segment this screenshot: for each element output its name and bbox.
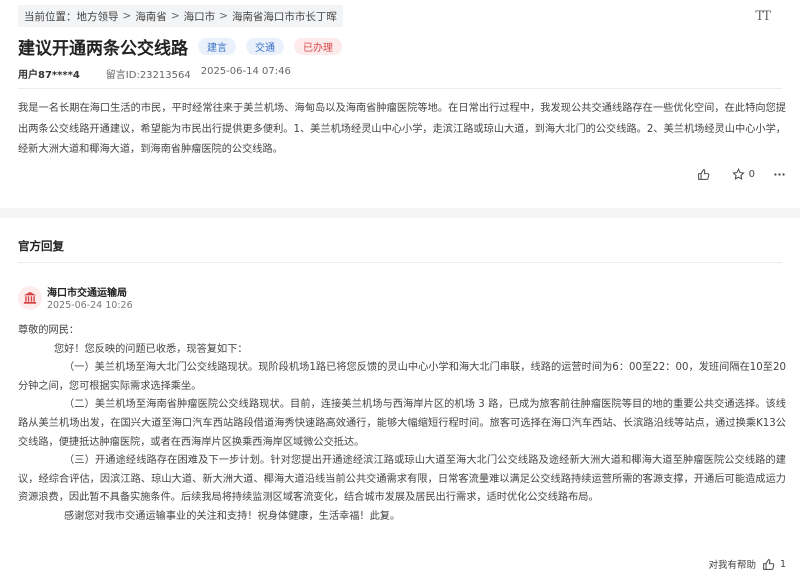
message-meta: 用户87****4 留言ID:23213564 2025-06-14 07:46	[18, 66, 291, 81]
thumbs-up-icon	[697, 169, 709, 180]
reply-org-name: 海口市交通运输局	[47, 288, 127, 299]
breadcrumb-item-mayor[interactable]: 海南省海口市市长丁晖	[232, 9, 337, 24]
reply-paragraph-1: （一）美兰机场至海大北门公交线路现状。现阶段机场1路已将您反馈的灵山中心小学和海…	[18, 362, 786, 392]
reply-opening: 您好！您反映的问题已收悉，现答复如下：	[54, 343, 248, 355]
like-button[interactable]	[697, 168, 714, 181]
reply-time: 2025-06-24 10:26	[47, 300, 133, 311]
tag-suggestion: 建言	[198, 38, 236, 55]
reply-closing: 感谢您对我市交通运输事业的关注和支持！祝身体健康，生活幸福！此复。	[64, 510, 401, 522]
breadcrumb-prefix: 当前位置：	[24, 10, 77, 23]
divider	[18, 88, 782, 89]
official-reply-heading: 官方回复	[18, 239, 64, 253]
more-options-button[interactable]	[773, 168, 786, 181]
thumbs-up-icon	[763, 558, 775, 570]
more-dots-icon	[774, 173, 785, 176]
breadcrumb-item-hainan[interactable]: 海南省	[135, 9, 167, 24]
government-emblem-icon	[18, 286, 42, 310]
title-row: 建议开通两条公交线路 建言 交通 已办理	[18, 34, 342, 59]
user-id: 用户87****4	[18, 70, 80, 81]
message-actions: 0	[697, 168, 786, 181]
reply-greeting: 尊敬的网民：	[18, 325, 80, 336]
message-id: 留言ID:23213564	[105, 70, 191, 81]
breadcrumb-item-haikou[interactable]: 海口市	[184, 9, 216, 24]
reply-paragraph-3: （三）开通途经线路存在困难及下一步计划。针对您提出开通途经滨江路或琼山大道至海大…	[18, 455, 786, 504]
breadcrumb-separator: >	[122, 10, 132, 22]
breadcrumb-item-local-leaders[interactable]: 地方领导	[77, 9, 119, 24]
star-count: 0	[748, 169, 755, 180]
message-body: 我是一名长期在海口生活的市民，平时经常往来于美兰机场、海甸岛以及海南省肿瘤医院等…	[18, 103, 786, 155]
tag-transport: 交通	[246, 38, 284, 55]
reply-body: 尊敬的网民： 您好！您反映的问题已收悉，现答复如下： （一）美兰机场至海大北门公…	[18, 322, 786, 527]
reply-paragraph-2: （二）美兰机场至海南省肿瘤医院公交线路现状。目前，连接美兰机场与西海岸片区的机场…	[18, 399, 786, 448]
helpful-count: 1	[779, 558, 786, 570]
section-separator	[0, 208, 800, 218]
breadcrumb-separator: >	[219, 10, 228, 22]
breadcrumb-separator: >	[170, 10, 180, 22]
page-title: 建议开通两条公交线路	[18, 39, 188, 59]
breadcrumb: 当前位置： 地方领导 > 海南省 > 海口市 > 海南省海口市市长丁晖	[18, 5, 343, 27]
message-datetime: 2025-06-14 07:46	[200, 66, 291, 77]
divider	[18, 262, 782, 263]
favorite-button[interactable]: 0	[731, 168, 755, 181]
tag-status-processed: 已办理	[294, 38, 342, 55]
helpful-button[interactable]: 对我有帮助 1	[708, 557, 786, 572]
helpful-label: 对我有帮助	[708, 560, 756, 571]
star-icon	[731, 168, 745, 180]
font-size-toggle-icon[interactable]: TT	[755, 9, 771, 24]
